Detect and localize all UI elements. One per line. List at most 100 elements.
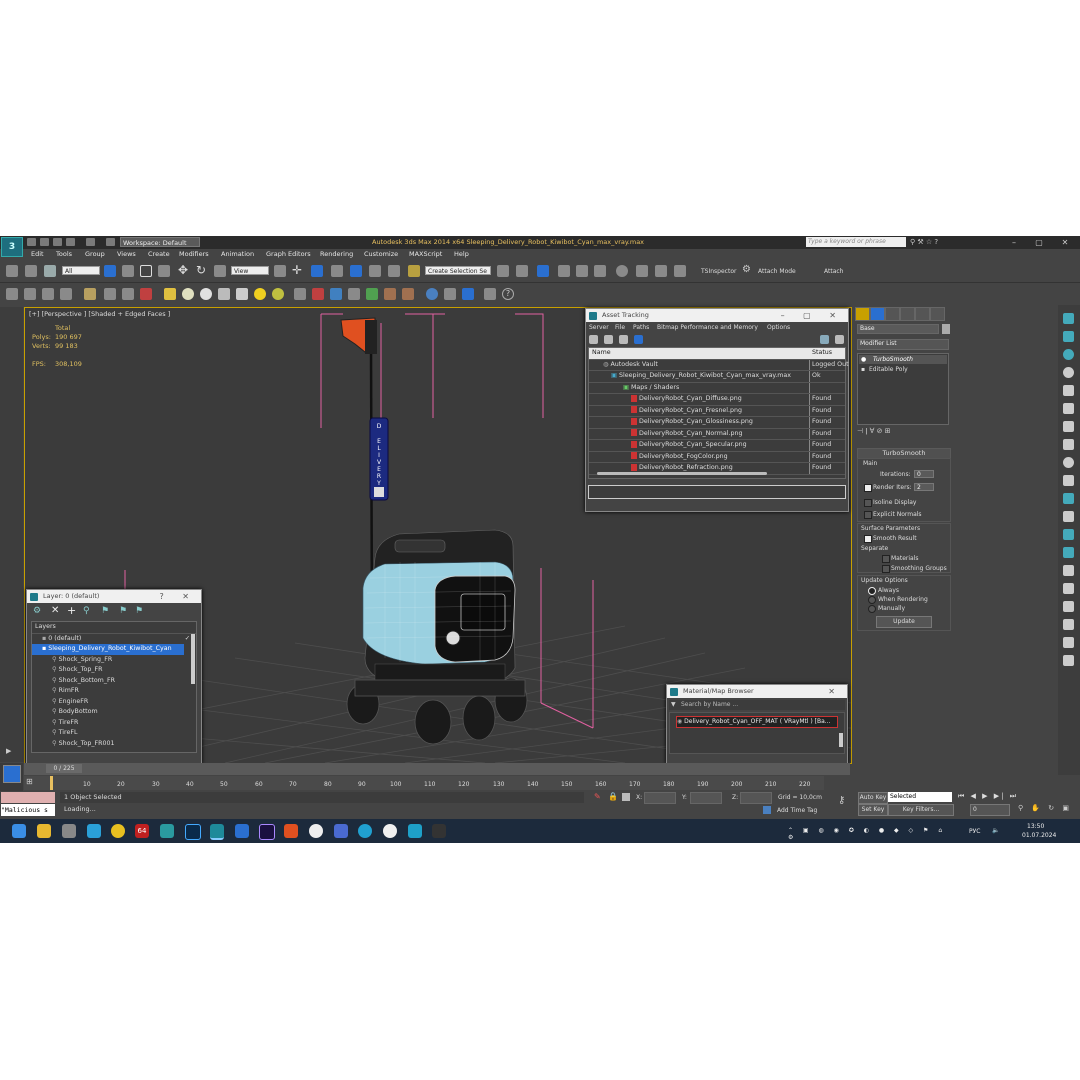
layer-row[interactable]: ⚲ Shock_Spring_FR	[32, 655, 196, 666]
chrome-icon[interactable]	[111, 824, 125, 838]
modifier-list-dropdown[interactable]: Modifier List	[857, 339, 949, 350]
menu-modifiers[interactable]: Modifiers	[179, 250, 209, 258]
asset-tool-icon-2[interactable]	[604, 335, 613, 344]
volume-icon[interactable]: 🔈	[992, 827, 999, 834]
material-browser-titlebar[interactable]: Material/Map Browser ✕	[667, 685, 847, 698]
strip-icon-19[interactable]	[1063, 637, 1074, 648]
new-file-icon[interactable]	[27, 238, 36, 246]
y-coord-field[interactable]	[690, 792, 722, 804]
window-controls-icon[interactable]: – ▢ ✕	[781, 309, 844, 322]
create-tab-icon[interactable]	[855, 307, 870, 321]
toolbar-icon-11[interactable]	[348, 288, 360, 300]
key-icon[interactable]: ⚷	[838, 795, 845, 806]
percent-snap-icon[interactable]	[369, 265, 381, 277]
sphere-primitive-icon[interactable]	[182, 288, 194, 300]
expand-arrow-icon[interactable]: ▶	[6, 747, 11, 755]
toolbar-icon-18[interactable]	[484, 288, 496, 300]
toolbar-icon-8[interactable]	[294, 288, 306, 300]
asset-refresh-icon[interactable]	[835, 335, 844, 344]
add-layer-icon[interactable]: +	[67, 604, 76, 617]
time-tag-icon[interactable]	[763, 806, 771, 814]
toolbar-icon-16[interactable]	[444, 288, 456, 300]
layer-window-titlebar[interactable]: Layer: 0 (default) ? ✕	[27, 590, 201, 603]
auto-key-button[interactable]: Auto Key	[858, 792, 888, 804]
help-icon[interactable]: ?	[502, 288, 514, 300]
toolbar-icon-5[interactable]	[104, 288, 116, 300]
save-file-icon[interactable]	[53, 238, 62, 246]
playback-controls-icon[interactable]: ⏮ ◀ ▶ ▶| ⏭	[958, 792, 1058, 802]
timeslider-icon[interactable]	[3, 765, 21, 783]
strip-icon-14[interactable]	[1063, 547, 1074, 558]
asset-tool-icon-4[interactable]	[634, 335, 643, 344]
undo-icon[interactable]	[66, 238, 75, 246]
x-coord-field[interactable]	[644, 792, 676, 804]
strip-icon-7[interactable]	[1063, 421, 1074, 432]
redo-icon[interactable]	[86, 238, 95, 246]
strip-icon-4[interactable]	[1063, 367, 1074, 378]
isoline-checkbox[interactable]	[864, 499, 872, 507]
mirror-icon[interactable]	[497, 265, 509, 277]
close-icon[interactable]: ✕	[828, 685, 843, 698]
notepad-icon[interactable]	[235, 824, 249, 838]
toolbar-icon-2[interactable]	[24, 288, 36, 300]
strip-icon-3[interactable]	[1063, 349, 1074, 360]
menu-rendering[interactable]: Rendering	[320, 250, 353, 258]
asset-path-field[interactable]	[588, 485, 846, 499]
update-button[interactable]: Update	[876, 616, 932, 628]
scale-icon[interactable]	[214, 265, 226, 277]
asset-tracking-titlebar[interactable]: Asset Tracking – ▢ ✕	[586, 309, 848, 322]
display-tab-icon[interactable]	[915, 307, 930, 321]
strip-icon-10[interactable]	[1063, 475, 1074, 486]
toolbar-icon-6[interactable]	[122, 288, 134, 300]
select-object-icon[interactable]	[104, 265, 116, 277]
viewport-navigation-icons[interactable]: ⚲ ✋ ↻ ▣	[1018, 804, 1074, 814]
layer-row[interactable]: ⚲ Shock_Top_FR001	[32, 739, 196, 750]
asset-menu-bitmap[interactable]: Bitmap Performance and Memory	[657, 324, 758, 331]
search-app-icon[interactable]	[309, 824, 323, 838]
save-app-icon[interactable]	[334, 824, 348, 838]
maxscript-listener-top[interactable]	[1, 792, 55, 803]
menu-create[interactable]: Create	[148, 250, 170, 258]
z-coord-field[interactable]	[740, 792, 772, 804]
menu-graph-editors[interactable]: Graph Editors	[266, 250, 311, 258]
strip-icon-9[interactable]	[1063, 457, 1074, 468]
time-slider-thumb[interactable]: 0 / 225	[46, 764, 82, 773]
toolbar-icon-4[interactable]	[60, 288, 72, 300]
cone-primitive-icon[interactable]	[236, 288, 248, 300]
strip-icon-18[interactable]	[1063, 619, 1074, 630]
highlight-layer-icon[interactable]: ⚑	[101, 606, 109, 616]
object-name-field[interactable]: Base	[857, 324, 939, 334]
box-primitive-icon[interactable]	[164, 288, 176, 300]
absolute-mode-icon[interactable]	[622, 793, 630, 801]
menu-help[interactable]: Help	[454, 250, 469, 258]
clock-date[interactable]: 01.07.2024	[1022, 832, 1056, 839]
menu-group[interactable]: Group	[85, 250, 105, 258]
gear-icon[interactable]: ⚙	[742, 264, 751, 275]
current-frame-field[interactable]: 0	[970, 804, 1010, 816]
keyboard-language[interactable]: РУС	[969, 828, 980, 835]
render-iters-spinner[interactable]: 2	[914, 483, 934, 491]
rectangular-selection-icon[interactable]	[140, 265, 152, 277]
menu-edit[interactable]: Edit	[31, 250, 44, 258]
materials-checkbox[interactable]	[882, 555, 890, 563]
asset-row[interactable]: ▣ Maps / Shaders	[589, 382, 845, 394]
strip-icon-15[interactable]	[1063, 565, 1074, 576]
select-in-layer-icon[interactable]: ⚲	[83, 606, 90, 616]
toolbar-icon-7[interactable]	[140, 288, 152, 300]
layer-tool-icon[interactable]: ⚙	[33, 606, 41, 616]
minimize-icon[interactable]: –	[1003, 237, 1025, 248]
taskbar-g-icon[interactable]	[284, 824, 298, 838]
select-link-icon[interactable]	[6, 265, 18, 277]
asset-menu-paths[interactable]: Paths	[633, 324, 649, 331]
window-controls-icon[interactable]: ? ✕	[160, 590, 198, 603]
graphite-ribbon-icon[interactable]	[558, 265, 570, 277]
toolbar-icon-15[interactable]	[426, 288, 438, 300]
asset-row[interactable]: ◍ Autodesk Vault Logged Out	[589, 359, 849, 371]
bind-space-warp-icon[interactable]	[44, 265, 56, 277]
smooth-result-checkbox[interactable]	[864, 535, 872, 543]
time-slider[interactable]: 0 / 225	[24, 763, 850, 775]
rotate-icon[interactable]: ↻	[196, 263, 206, 277]
menu-tools[interactable]: Tools	[56, 250, 72, 258]
attach-mode-label[interactable]: Attach Mode	[758, 268, 796, 275]
torus-primitive-icon[interactable]	[272, 288, 284, 300]
